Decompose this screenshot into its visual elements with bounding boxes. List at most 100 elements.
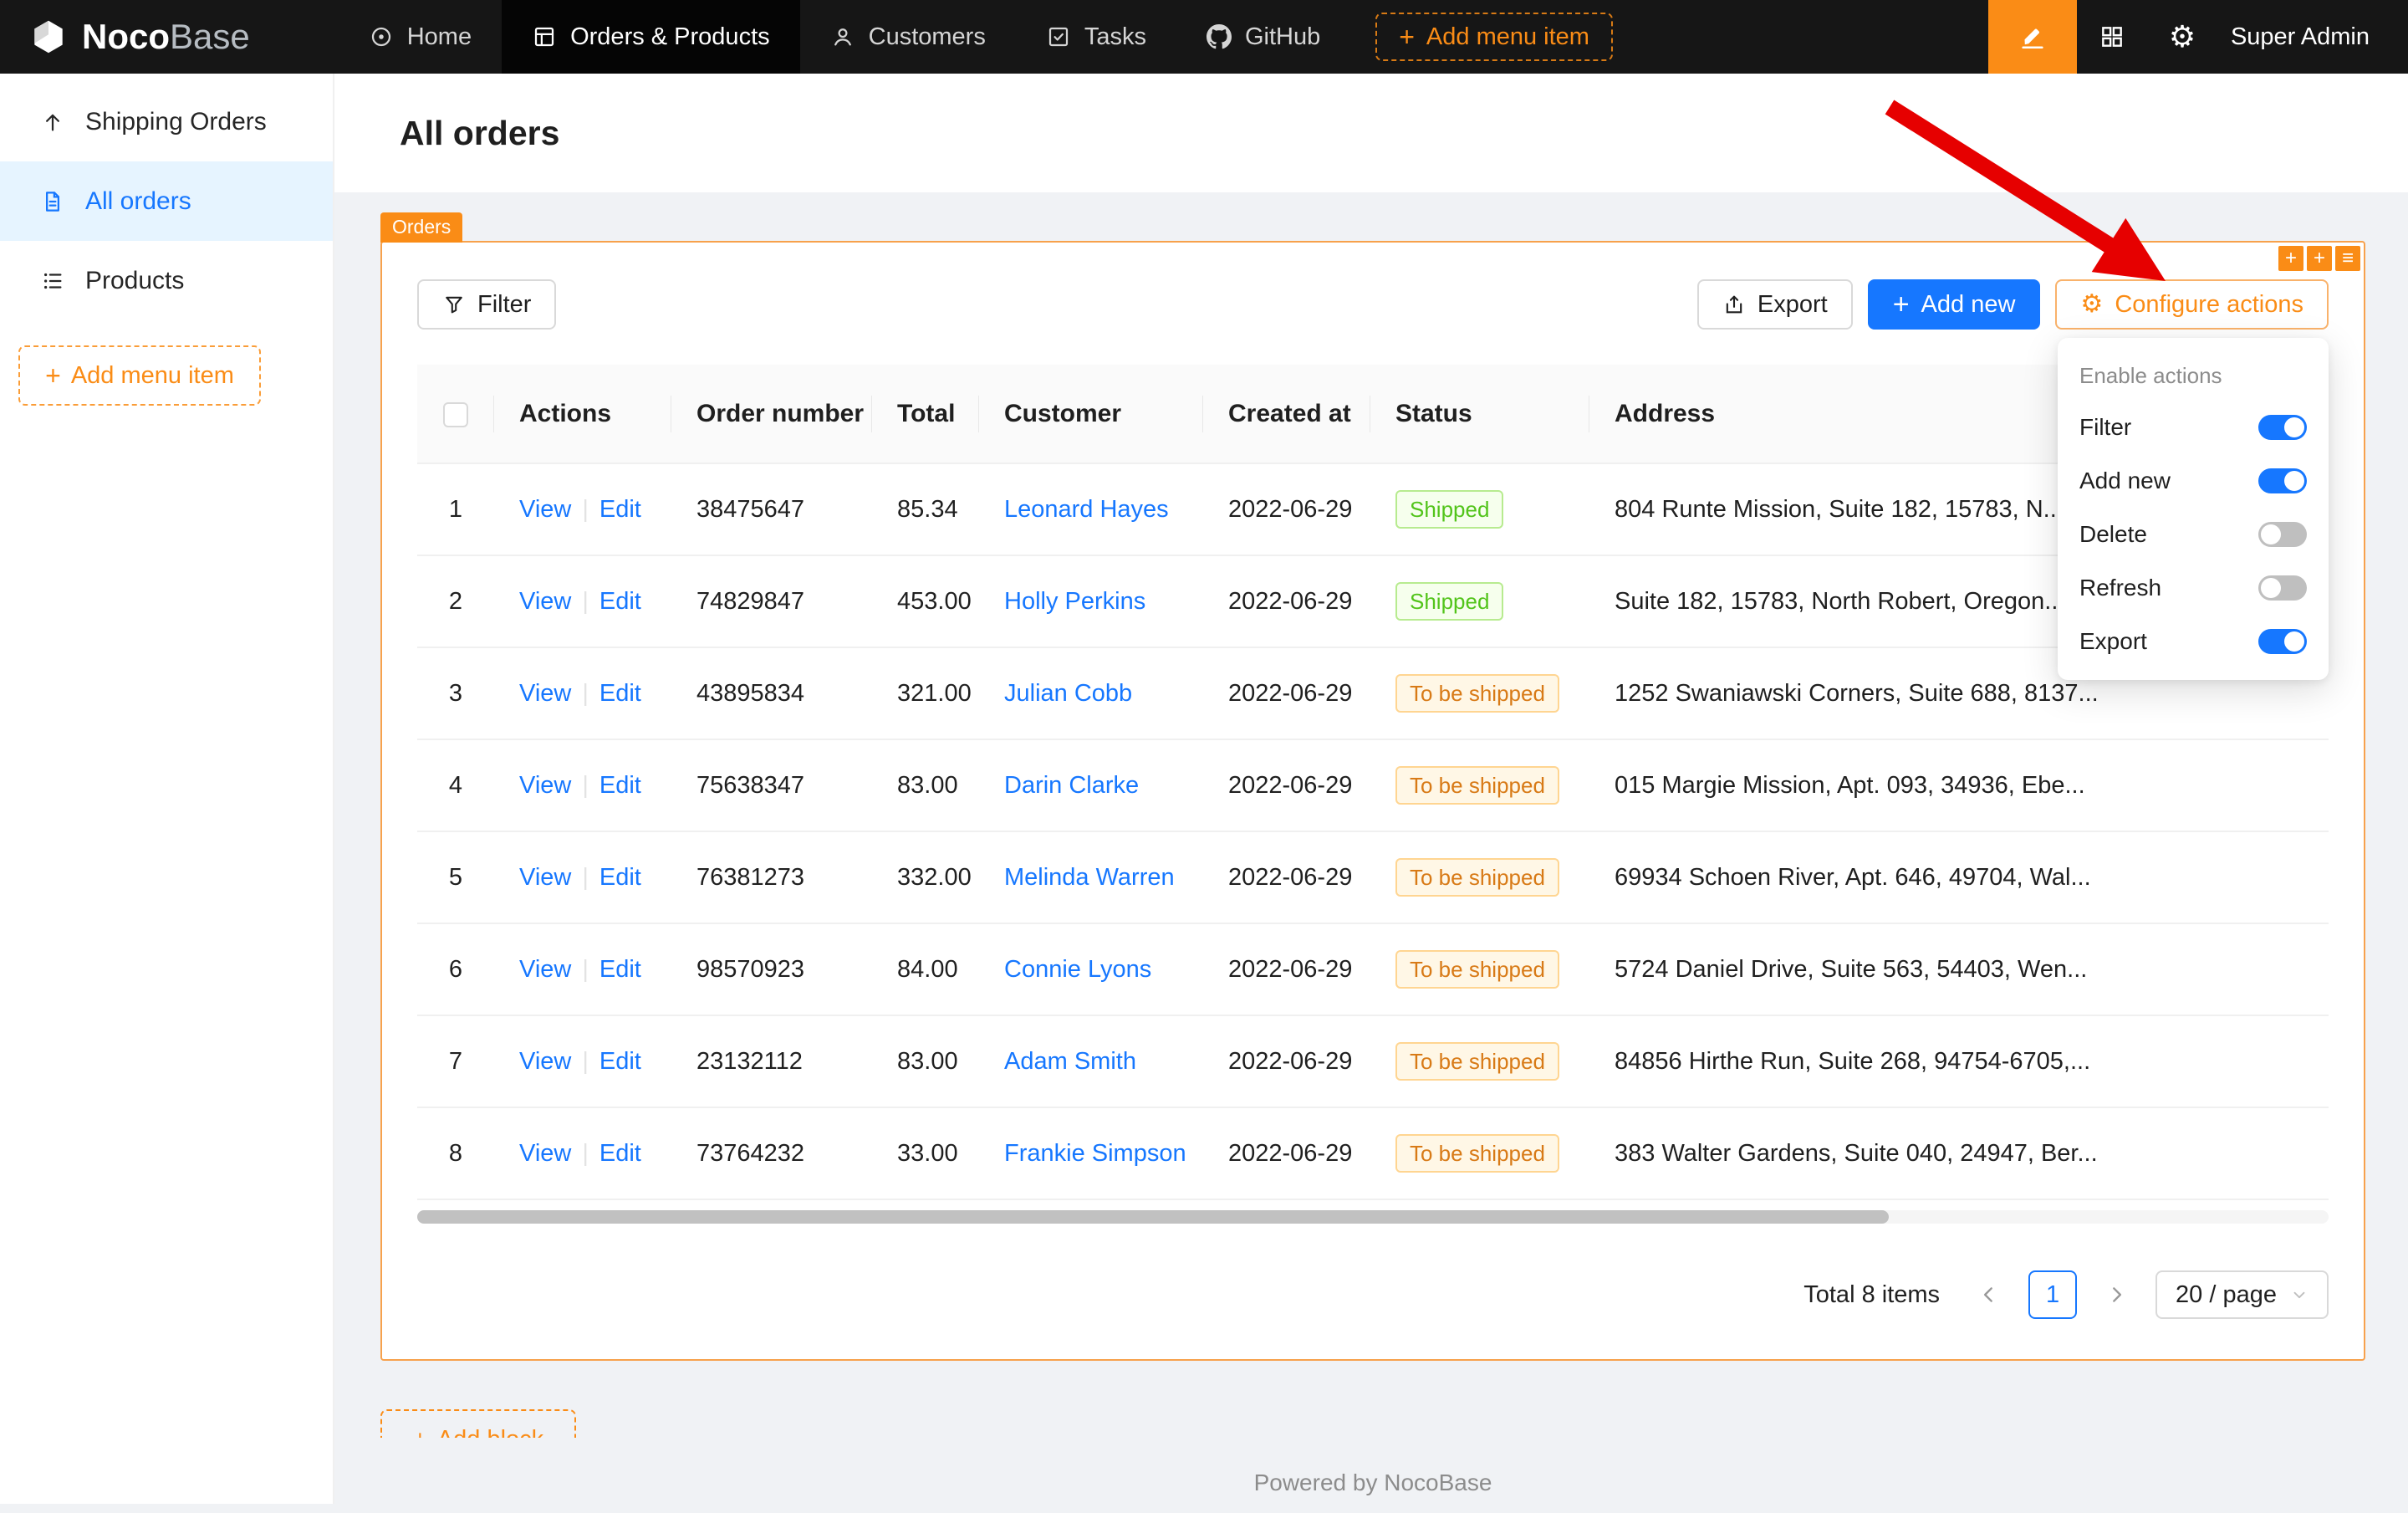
nav-add-menu-item-button[interactable]: + Add menu item [1375,13,1613,61]
nav-item-github[interactable]: GitHub [1176,0,1350,74]
customer-link[interactable]: Melinda Warren [1004,864,1175,891]
dropdown-item-add-new[interactable]: Add new [2058,454,2329,508]
customer-link[interactable]: Leonard Hayes [1004,496,1169,523]
drag-handle-icon[interactable]: + [2278,246,2303,271]
customer-link[interactable]: Adam Smith [1004,1048,1136,1075]
status-badge: To be shipped [1395,1134,1559,1173]
app-root: { "colors": { "accent_blue": "#1677ff", … [0,0,2408,1504]
plus-icon: + [1893,290,1910,319]
plugin-manager-button[interactable] [2077,0,2147,74]
cell-customer: Connie Lyons [979,923,1203,1015]
sidebar-item-products[interactable]: Products [0,241,333,320]
view-link[interactable]: View [519,680,571,707]
cell-order-number: 98570923 [671,923,872,1015]
export-button[interactable]: Export [1697,279,1853,330]
sidebar-item-label: Products [85,267,184,295]
view-link[interactable]: View [519,1140,571,1167]
sidebar-item-all-orders[interactable]: All orders [0,161,333,241]
cell-address: 383 Walter Gardens, Suite 040, 24947, Be… [1589,1107,2329,1199]
view-link[interactable]: View [519,496,571,523]
add-block-button[interactable]: + Add block [380,1409,576,1438]
page-size-value: 20 / page [2176,1281,2277,1309]
cell-created-at: 2022-06-29 [1203,739,1370,831]
nav-item-orders-products[interactable]: Orders & Products [502,0,800,74]
app-logo[interactable]: NocoBase [0,0,280,74]
main-area: All orders Orders + + ≡ Filter [334,74,2408,1504]
view-link[interactable]: View [519,588,571,615]
select-all-checkbox[interactable] [443,402,468,427]
horizontal-scrollbar[interactable] [417,1210,2329,1224]
add-new-button[interactable]: + Add new [1868,279,2041,330]
filter-button[interactable]: Filter [417,279,556,330]
chevron-down-icon [2290,1286,2309,1304]
edit-link[interactable]: Edit [599,680,641,707]
table-row: 7 View|Edit 23132112 83.00 Adam Smith 20… [417,1015,2329,1107]
row-actions: View|Edit [494,1015,671,1107]
add-block-clip: + Add block [380,1409,576,1438]
cell-created-at: 2022-06-29 [1203,463,1370,555]
customer-link[interactable]: Darin Clarke [1004,772,1139,799]
prev-page-button[interactable] [1965,1270,2013,1319]
github-icon [1207,24,1232,49]
block-collection-tag: Orders [380,212,462,243]
status-badge: Shipped [1395,582,1503,621]
add-new-toggle[interactable] [2258,468,2307,493]
cell-order-number: 43895834 [671,647,872,739]
scrollbar-thumb[interactable] [417,1210,1889,1224]
edit-link[interactable]: Edit [599,956,641,983]
sidebar-item-shipping-orders[interactable]: Shipping Orders [0,82,333,161]
cell-status: To be shipped [1370,739,1589,831]
page-size-select[interactable]: 20 / page [2155,1270,2329,1319]
view-link[interactable]: View [519,772,571,799]
cell-status: To be shipped [1370,1107,1589,1199]
document-icon [40,189,65,214]
nav-item-home[interactable]: Home [339,0,502,74]
nav-item-label: Home [407,23,472,51]
dropdown-item-filter[interactable]: Filter [2058,401,2329,454]
customer-link[interactable]: Julian Cobb [1004,680,1132,707]
dropdown-item-refresh[interactable]: Refresh [2058,561,2329,615]
dropdown-item-export[interactable]: Export [2058,615,2329,668]
sidebar-add-menu-item-button[interactable]: + Add menu item [18,345,261,406]
export-icon [1722,293,1746,316]
settings-button[interactable]: ⚙ [2147,0,2217,74]
status-badge: To be shipped [1395,858,1559,897]
add-block-icon[interactable]: + [2307,246,2332,271]
view-link[interactable]: View [519,956,571,983]
edit-link[interactable]: Edit [599,588,641,615]
dropdown-item-label: Filter [2079,414,2258,441]
delete-toggle[interactable] [2258,522,2307,547]
edit-link[interactable]: Edit [599,1140,641,1167]
view-link[interactable]: View [519,864,571,891]
link-divider: | [582,772,589,799]
export-toggle[interactable] [2258,629,2307,654]
page-number-button[interactable]: 1 [2028,1270,2077,1319]
configure-actions-button[interactable]: ⚙ Configure actions [2055,279,2329,330]
table-action-bar-right: Export + Add new ⚙ Configure actions [1697,279,2329,330]
current-user[interactable]: Super Admin [2217,23,2408,51]
nav-item-customers[interactable]: Customers [800,0,1016,74]
view-link[interactable]: View [519,1048,571,1075]
edit-link[interactable]: Edit [599,1048,641,1075]
link-divider: | [582,680,589,707]
next-page-button[interactable] [2092,1270,2140,1319]
cell-customer: Adam Smith [979,1015,1203,1107]
customer-link[interactable]: Frankie Simpson [1004,1140,1186,1167]
edit-link[interactable]: Edit [599,772,641,799]
dropdown-item-label: Export [2079,628,2258,655]
customer-link[interactable]: Holly Perkins [1004,588,1145,615]
edit-link[interactable]: Edit [599,864,641,891]
filter-toggle[interactable] [2258,415,2307,440]
arrow-up-icon [40,110,65,135]
edit-link[interactable]: Edit [599,496,641,523]
cell-order-number: 38475647 [671,463,872,555]
nav-item-tasks[interactable]: Tasks [1016,0,1176,74]
cell-total: 453.00 [872,555,979,647]
plus-icon: + [413,1426,427,1439]
block-menu-icon[interactable]: ≡ [2335,246,2360,271]
customer-link[interactable]: Connie Lyons [1004,956,1151,983]
ui-editor-toggle-button[interactable] [1988,0,2077,74]
dropdown-item-delete[interactable]: Delete [2058,508,2329,561]
refresh-toggle[interactable] [2258,575,2307,601]
dropdown-item-label: Add new [2079,468,2258,494]
